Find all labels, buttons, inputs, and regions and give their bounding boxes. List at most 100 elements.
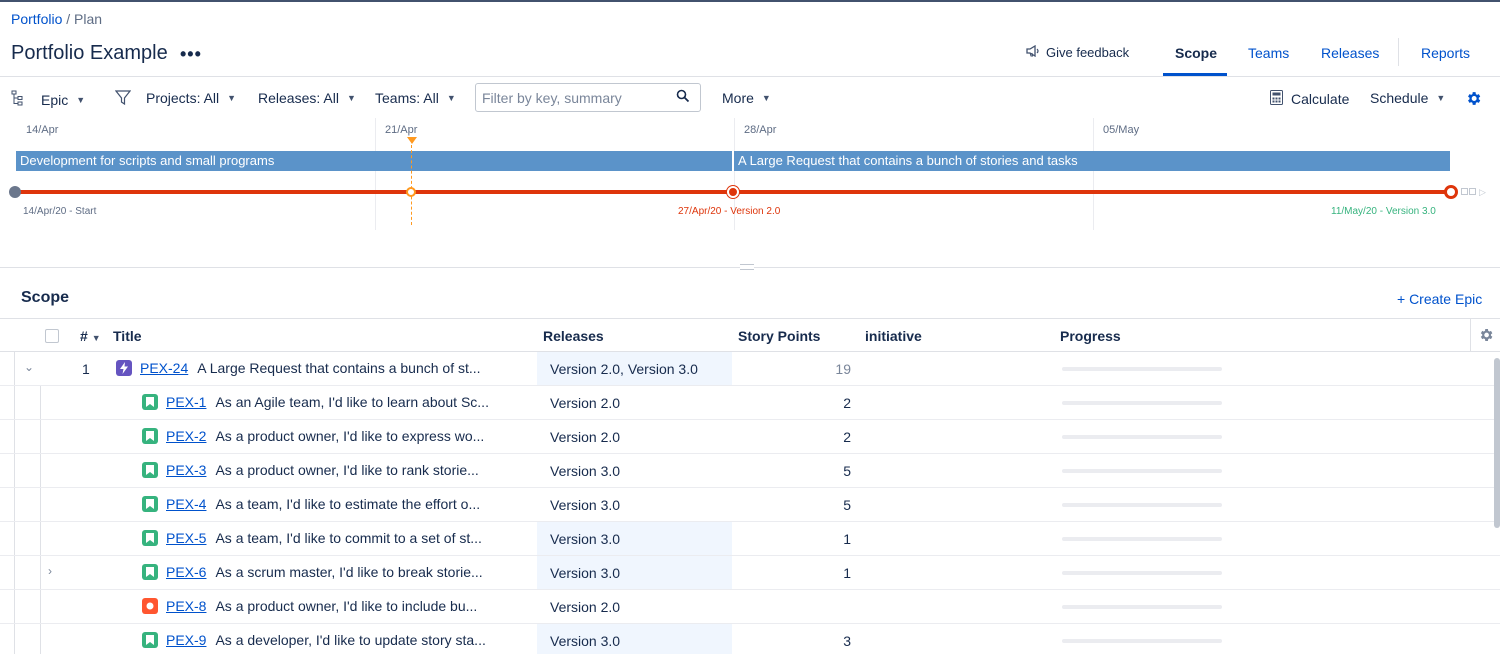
timeline-scroll-icon — [1469, 188, 1476, 195]
filter-toggle[interactable] — [114, 90, 132, 109]
issue-summary: As a developer, I'd like to update story… — [215, 632, 486, 648]
column-settings-button[interactable] — [1470, 319, 1500, 352]
timeline-epic-bar[interactable]: A Large Request that contains a bunch of… — [734, 151, 1450, 171]
release-value[interactable]: Version 3.0 — [550, 531, 620, 547]
story-icon — [142, 496, 158, 512]
schedule-label: Schedule — [1370, 90, 1429, 106]
table-row[interactable]: PEX-9 As a developer, I'd like to update… — [0, 624, 1500, 654]
release-value[interactable]: Version 3.0 — [550, 565, 620, 581]
search-icon[interactable] — [676, 89, 690, 106]
teams-filter-dropdown[interactable]: Teams: All ▼ — [375, 90, 456, 106]
release-value[interactable]: Version 2.0 — [550, 395, 620, 411]
more-filters-label: More — [722, 90, 754, 106]
row-number: 1 — [82, 361, 90, 377]
chevron-right-icon[interactable]: › — [48, 564, 52, 578]
progress-bar — [1062, 435, 1222, 439]
table-row[interactable]: › PEX-6 As a scrum master, I'd like to b… — [0, 556, 1500, 590]
table-row[interactable]: PEX-5 As a team, I'd like to commit to a… — [0, 522, 1500, 556]
issue-title-cell: PEX-2 As a product owner, I'd like to ex… — [142, 428, 484, 444]
milestone-version-3-marker[interactable] — [1444, 185, 1458, 199]
more-actions-button[interactable]: ••• — [180, 44, 202, 65]
page-title: Portfolio Example — [11, 42, 168, 64]
column-header-number[interactable]: # ▼ — [80, 328, 101, 344]
bug-icon — [142, 598, 158, 614]
calculate-button[interactable]: Calculate — [1270, 90, 1349, 108]
issue-key-link[interactable]: PEX-2 — [166, 428, 206, 444]
vertical-scrollbar[interactable] — [1494, 358, 1500, 528]
issue-summary: As a scrum master, I'd like to break sto… — [215, 564, 483, 580]
issue-title-cell: PEX-6 As a scrum master, I'd like to bre… — [142, 564, 483, 580]
issue-title-cell: PEX-24 A Large Request that contains a b… — [116, 360, 481, 376]
column-header-story-points: Story Points — [738, 328, 821, 344]
story-points-value[interactable]: 1 — [843, 565, 851, 581]
issue-key-link[interactable]: PEX-5 — [166, 530, 206, 546]
hierarchy-dropdown[interactable]: Epic ▼ — [11, 90, 85, 109]
table-row[interactable]: PEX-3 As a product owner, I'd like to ra… — [0, 454, 1500, 488]
story-points-value[interactable]: 5 — [843, 463, 851, 479]
top-border — [0, 0, 1500, 2]
release-value[interactable]: Version 3.0 — [550, 463, 620, 479]
milestone-label-start: 14/Apr/20 - Start — [23, 206, 97, 217]
table-row[interactable]: PEX-1 As an Agile team, I'd like to lear… — [0, 386, 1500, 420]
timeline-date: 28/Apr — [744, 124, 777, 136]
plan-settings-button[interactable] — [1465, 90, 1482, 110]
story-points-value[interactable]: 19 — [835, 361, 851, 377]
projects-filter-dropdown[interactable]: Projects: All ▼ — [146, 90, 236, 106]
issue-key-link[interactable]: PEX-1 — [166, 394, 206, 410]
table-row[interactable]: ⌄ 1 PEX-24 A Large Request that contains… — [0, 352, 1500, 386]
release-value[interactable]: Version 2.0 — [550, 599, 620, 615]
issue-key-link[interactable]: PEX-24 — [140, 360, 188, 376]
timeline-gridline — [375, 118, 376, 230]
issue-key-link[interactable]: PEX-8 — [166, 598, 206, 614]
issue-key-link[interactable]: PEX-4 — [166, 496, 206, 512]
milestone-label-version-3: 11/May/20 - Version 3.0 — [1331, 206, 1436, 217]
breadcrumb-portfolio-link[interactable]: Portfolio — [11, 11, 62, 27]
timeline-date: 05/May — [1103, 124, 1140, 136]
story-points-value[interactable]: 1 — [843, 531, 851, 547]
resize-handle[interactable] — [740, 264, 754, 270]
story-points-value[interactable]: 3 — [843, 633, 851, 649]
tab-teams[interactable]: Teams — [1248, 45, 1289, 61]
story-points-value[interactable]: 2 — [843, 429, 851, 445]
timeline-scroll-arrow-icon: ▷ — [1479, 187, 1486, 197]
select-all-checkbox[interactable] — [45, 329, 59, 343]
scope-heading: Scope — [21, 289, 70, 306]
tab-reports[interactable]: Reports — [1421, 45, 1470, 61]
timeline-epic-bar[interactable]: Development for scripts and small progra… — [16, 151, 732, 171]
story-points-value[interactable]: 5 — [843, 497, 851, 513]
timeline-scroll-icon — [1461, 188, 1468, 195]
release-value[interactable]: Version 3.0 — [550, 497, 620, 513]
release-value[interactable]: Version 3.0 — [550, 633, 620, 649]
more-filters-dropdown[interactable]: More ▼ — [722, 90, 771, 106]
chevron-down-icon[interactable]: ⌄ — [24, 360, 34, 374]
tab-releases[interactable]: Releases — [1321, 45, 1379, 61]
breadcrumb-current: Plan — [74, 11, 103, 27]
story-icon — [142, 632, 158, 648]
create-epic-button[interactable]: + Create Epic — [1397, 291, 1482, 307]
calculate-label: Calculate — [1291, 91, 1350, 107]
issue-key-link[interactable]: PEX-9 — [166, 632, 206, 648]
filter-input[interactable] — [482, 90, 672, 106]
issue-title-cell: PEX-4 As a team, I'd like to estimate th… — [142, 496, 480, 512]
releases-filter-dropdown[interactable]: Releases: All ▼ — [258, 90, 356, 106]
issue-summary: As a product owner, I'd like to rank sto… — [215, 462, 479, 478]
table-row[interactable]: PEX-2 As a product owner, I'd like to ex… — [0, 420, 1500, 454]
milestone-version-2-marker[interactable] — [727, 186, 739, 198]
give-feedback-button[interactable]: Give feedback — [1026, 44, 1129, 60]
issue-summary: A Large Request that contains a bunch of… — [197, 360, 481, 376]
schedule-dropdown[interactable]: Schedule ▼ — [1370, 90, 1445, 106]
story-points-value[interactable]: 2 — [843, 395, 851, 411]
issue-title-cell: PEX-8 As a product owner, I'd like to in… — [142, 598, 477, 614]
chevron-down-icon: ▼ — [1436, 93, 1446, 103]
tab-scope[interactable]: Scope — [1175, 45, 1217, 61]
release-value[interactable]: Version 2.0 — [550, 429, 620, 445]
table-row[interactable]: PEX-4 As a team, I'd like to estimate th… — [0, 488, 1500, 522]
story-icon — [142, 564, 158, 580]
issue-key-link[interactable]: PEX-3 — [166, 462, 206, 478]
story-icon — [142, 462, 158, 478]
table-row[interactable]: PEX-8 As a product owner, I'd like to in… — [0, 590, 1500, 624]
chevron-down-icon: ▼ — [346, 93, 356, 103]
milestone-start-marker[interactable] — [9, 186, 21, 198]
issue-key-link[interactable]: PEX-6 — [166, 564, 206, 580]
release-value[interactable]: Version 2.0, Version 3.0 — [550, 361, 698, 377]
